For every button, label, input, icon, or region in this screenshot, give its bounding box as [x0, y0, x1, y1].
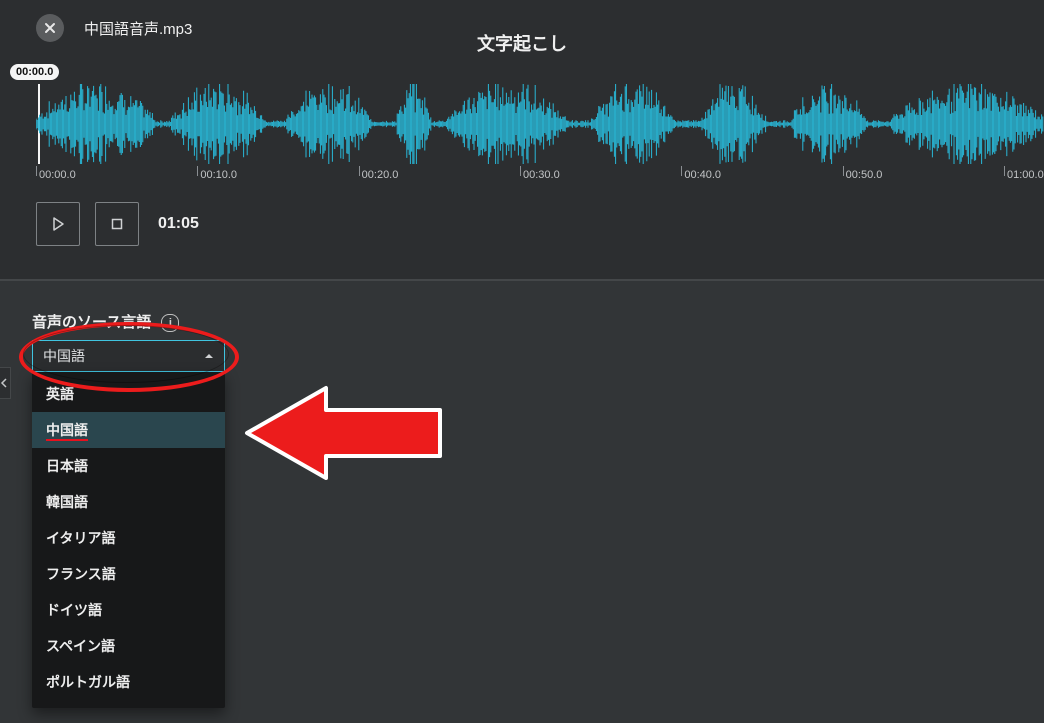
playback-controls: 01:05	[36, 194, 1044, 254]
annotation-arrow	[242, 379, 447, 487]
time-tick-label: 00:20.0	[362, 169, 399, 181]
waveform-display[interactable]	[36, 84, 1044, 164]
language-option-label: 中国語	[46, 422, 88, 441]
time-tick-label: 00:40.0	[684, 169, 721, 181]
chevron-up-icon	[204, 348, 214, 364]
source-language-text: 音声のソース言語	[32, 314, 151, 331]
language-option[interactable]: 中国語	[32, 412, 225, 448]
language-option-label: ポルトガル語	[46, 674, 130, 690]
source-language-dropdown[interactable]: 英語中国語日本語韓国語イタリア語フランス語ドイツ語スペイン語ポルトガル語	[32, 372, 225, 708]
waveform-area[interactable]: 00:00.0 00:00.0 00:10.0 00:20.0 00:30.0 00:4…	[0, 64, 1044, 194]
time-tick-label: 00:10.0	[200, 169, 237, 181]
stop-button[interactable]	[95, 202, 139, 246]
info-icon[interactable]: i	[161, 314, 179, 332]
source-language-label: 音声のソース言語 i	[32, 311, 179, 332]
language-option[interactable]: イタリア語	[32, 520, 225, 556]
language-option[interactable]: 韓国語	[32, 484, 225, 520]
source-language-select[interactable]: 中国語	[32, 340, 225, 372]
language-option-label: 英語	[46, 386, 74, 402]
language-option[interactable]: フランス語	[32, 556, 225, 592]
audio-file-name: 中国語音声.mp3	[84, 18, 192, 39]
stop-icon	[109, 216, 125, 232]
play-button[interactable]	[36, 202, 80, 246]
language-option[interactable]: スペイン語	[32, 628, 225, 664]
language-option[interactable]: ドイツ語	[32, 592, 225, 628]
language-option-label: イタリア語	[46, 530, 115, 546]
language-option[interactable]: 英語	[32, 376, 225, 412]
time-tick-label: 00:30.0	[523, 169, 560, 181]
close-button[interactable]	[36, 14, 64, 42]
time-readout: 01:05	[158, 215, 199, 233]
language-option-label: スペイン語	[46, 638, 115, 654]
time-tick-label: 00:00.0	[39, 169, 76, 181]
source-language-selected: 中国語	[43, 346, 85, 366]
left-collapse-handle[interactable]	[0, 367, 11, 399]
file-header: 中国語音声.mp3	[0, 0, 1044, 56]
language-option-label: フランス語	[46, 566, 116, 582]
playhead-time-badge: 00:00.0	[10, 64, 59, 80]
time-tick-label: 00:50.0	[846, 169, 883, 181]
play-icon	[50, 216, 66, 232]
time-axis: 00:00.0 00:10.0 00:20.0 00:30.0 00:40.0 00:50…	[36, 166, 1044, 194]
language-option[interactable]: ポルトガル語	[32, 664, 225, 700]
language-option-label: 韓国語	[46, 494, 88, 510]
language-option-label: ドイツ語	[46, 602, 102, 618]
language-option[interactable]: 日本語	[32, 448, 225, 484]
language-option-label: 日本語	[46, 458, 88, 474]
time-tick-label: 01:00.0	[1007, 169, 1044, 181]
audio-panel: 中国語音声.mp3 文字起こし 00:00.0 00:00.000:10.000…	[0, 0, 1044, 281]
close-icon	[44, 22, 56, 34]
settings-panel: 音声のソース言語 i 中国語 英語中国語日本語韓国語イタリア語フランス語ドイツ語…	[0, 281, 1044, 723]
app-root: 中国語音声.mp3 文字起こし 00:00.0 00:00.000:10.000…	[0, 0, 1044, 723]
